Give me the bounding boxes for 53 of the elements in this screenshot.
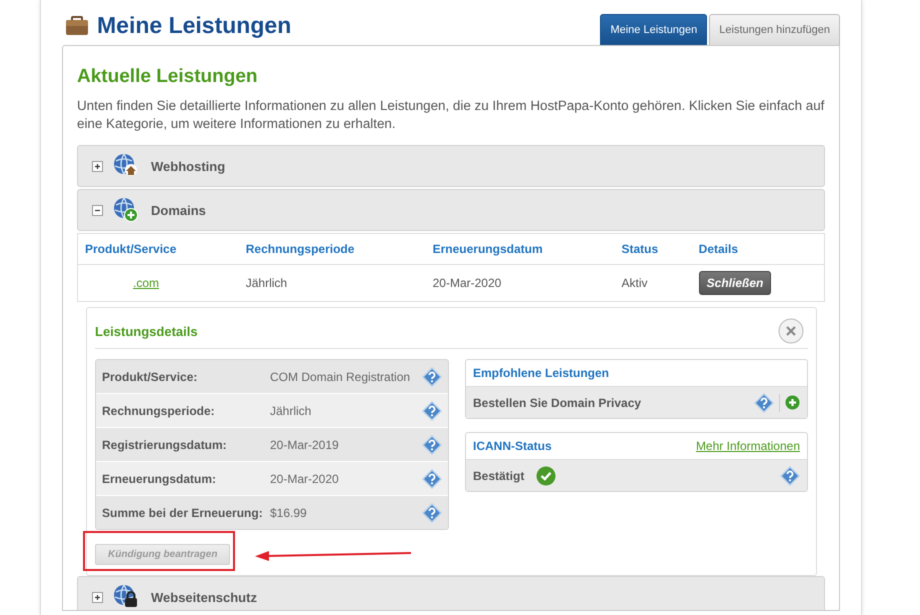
field-value: 20-Mar-2019 [270,438,340,452]
field-label: Erneuerungsdatum: [102,472,218,486]
help-icon [422,366,442,386]
table-cell: Aktiv [614,264,692,302]
page-title: Meine Leistungen [97,12,292,39]
help-icon [780,466,800,486]
details-title: Leistungsdetails [95,324,198,338]
product-link[interactable]: .com [133,276,160,290]
field-value: 20-Mar-2020 [270,472,340,486]
category-label: Webhosting [151,158,226,174]
globe-icon [113,153,139,179]
field-label: Summe bei der Erneuerung: [102,506,264,520]
category-label: Webseitenschutz [151,590,257,604]
expand-icon [92,592,103,602]
category-header[interactable]: Webhosting [77,145,825,187]
column-header: Rechnungsperiode [238,234,426,264]
table-cell: Jährlich [238,264,426,302]
tab[interactable]: Meine Leistungen [600,14,708,45]
field-value: Jährlich [270,404,312,418]
field-label: Produkt/Service: [102,370,198,384]
field-label: Registrierungsdatum: [102,438,228,452]
close-button[interactable]: Schließen [698,271,772,295]
more-info-link[interactable]: Mehr Informationen [696,439,800,453]
globe-icon [113,197,139,223]
column-header: Status [614,234,692,264]
column-header: Details [692,234,824,264]
column-header: Erneuerungsdatum [426,234,614,264]
table-cell: 20-Mar-2020 [426,264,614,302]
intro-text: Unten finden Sie detaillierte Informationen zu allen Leistungen, die zu Ihrem HostPapa-Konto gehören. Klicken Sie einfach auf eine Kategorie, um weitere Informationen zu erhalten. [77,97,825,133]
expand-icon [92,160,103,172]
column-header: Produkt/Service [78,234,239,264]
help-icon [754,392,774,412]
status-text: Bestätigt [473,468,524,482]
help-icon [422,434,442,454]
help-icon [422,400,442,420]
category-label: Domains [151,202,206,218]
field-value: $16.99 [270,506,308,520]
field-value: COM Domain Registration [270,370,412,384]
section-title: Aktuelle Leistungen [77,66,259,88]
briefcase-icon [65,16,89,36]
field-label: Rechnungsperiode: [102,404,216,418]
category-header[interactable]: Domains [77,189,825,231]
collapse-icon [92,204,103,216]
help-icon [422,502,442,522]
service-offer: Bestellen Sie Domain Privacy [473,396,642,410]
category-header[interactable]: Webseitenschutz [77,576,825,610]
add-icon [785,395,800,410]
card-title: Empfohlene Leistungen [473,366,610,380]
globe-icon [113,584,139,610]
card-title: ICANN-Status [473,439,552,453]
help-icon [422,468,442,488]
tab[interactable]: Leistungen hinzufügen [709,14,840,45]
close-icon [778,318,804,344]
